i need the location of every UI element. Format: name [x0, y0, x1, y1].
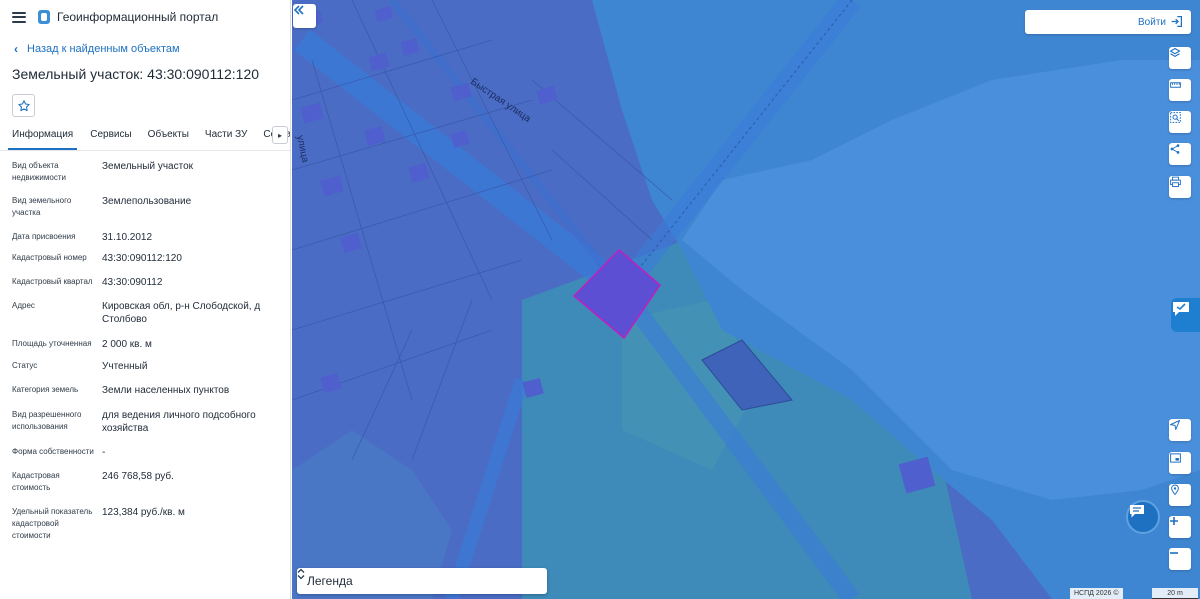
tab-parcel-parts[interactable]: Части ЗУ [205, 125, 247, 150]
attribute-key: Форма собственности [12, 447, 94, 456]
ruler-button[interactable] [1169, 79, 1191, 101]
login-icon [1171, 16, 1182, 27]
locate-button[interactable] [1169, 419, 1191, 441]
zoom-out-button[interactable] [1169, 548, 1191, 570]
tabs-scroll-right-button[interactable]: ▸ [272, 126, 288, 144]
attribute-key: Удельный показатель кадастровой стоимост… [12, 507, 93, 540]
zoom-out-icon [1170, 552, 1178, 554]
chat-button[interactable] [1126, 500, 1160, 534]
attribute-value: 246 768,58 руб. [102, 471, 174, 482]
attribute-key: Статус [12, 361, 38, 370]
chevron-right-icon: ▸ [277, 130, 282, 140]
portal-logo-icon [38, 10, 50, 24]
chat-icon [1130, 505, 1144, 518]
attribute-key: Категория земель [12, 385, 79, 394]
print-button[interactable] [1169, 176, 1191, 198]
chevron-left-icon: ‹ [14, 42, 18, 56]
attribute-value: Земли населенных пунктов [102, 385, 230, 396]
double-chevron-left-icon [293, 5, 304, 15]
layers-icon [1169, 47, 1181, 57]
panel-header: Геоинформационный портал [0, 0, 290, 34]
layers-button[interactable] [1169, 47, 1191, 69]
attribute-key: Кадастровый квартал [12, 277, 93, 286]
map-copyright: НСПД 2026 © [1070, 588, 1123, 599]
share-icon [1170, 144, 1180, 154]
info-panel: Геоинформационный портал ‹ Назад к найде… [0, 0, 291, 599]
attribute-value: Землепользование [102, 196, 192, 207]
tab-services[interactable]: Сервисы [90, 125, 131, 150]
attribute-value: для ведения личного подсобного хозяйства [102, 410, 256, 434]
attribute-value: Учтенный [102, 361, 148, 372]
login-button[interactable]: Войти [1025, 10, 1191, 34]
attribute-key: Кадастровая стоимость [12, 471, 60, 492]
app-title: Геоинформационный портал [57, 10, 219, 24]
attribute-key: Площадь уточненная [12, 339, 92, 348]
login-label: Войти [1138, 16, 1166, 28]
zoom-in-icon [1170, 517, 1178, 525]
tab-bar: Информация Сервисы Объекты Части ЗУ Сост… [0, 125, 290, 151]
login-icon-wrap[interactable] [1170, 15, 1184, 29]
legend-label: Легенда [307, 574, 353, 588]
back-link[interactable]: ‹ Назад к найденным объектам [14, 42, 290, 56]
back-link-label: Назад к найденным объектам [27, 43, 180, 55]
attribute-value: Кировская обл, р-н Слободской, д Столбов… [102, 301, 261, 325]
map-scale: 20 m [1152, 588, 1198, 599]
chevron-updown-icon [297, 568, 305, 580]
share-button[interactable] [1169, 143, 1191, 165]
collapse-panel-button[interactable] [293, 4, 316, 28]
star-icon [17, 99, 30, 111]
tab-objects[interactable]: Объекты [148, 125, 189, 150]
attribute-key: Адрес [12, 301, 35, 310]
attribute-key: Вид земельного участка [12, 196, 72, 217]
attribute-key: Дата присвоения [12, 232, 76, 241]
attribute-key: Кадастровый номер [12, 253, 87, 262]
attribute-value: 31.10.2012 [102, 232, 153, 243]
attribute-key: Вид разрешенного использования [12, 410, 82, 431]
select-area-icon [1170, 112, 1181, 123]
tab-info[interactable]: Информация [8, 125, 78, 150]
feedback-icon [1173, 302, 1189, 316]
select-area-button[interactable] [1169, 111, 1191, 133]
attribute-value: 43:30:090112 [102, 277, 163, 288]
feedback-widget-button[interactable] [1171, 298, 1200, 332]
favorite-button[interactable] [12, 94, 35, 117]
object-title: Земельный участок: 43:30:090112:120 [12, 66, 260, 82]
print-icon [1170, 176, 1181, 187]
locate-icon [1170, 420, 1180, 430]
minimap-icon [1170, 453, 1181, 463]
map-view[interactable]: Быстрая улица улица Войти Легенда НСПД 2… [292, 0, 1200, 599]
attribute-value: - [102, 447, 106, 458]
attribute-value: 123,384 руб./кв. м [102, 507, 185, 518]
minimap-button[interactable] [1169, 452, 1191, 474]
attribute-value: 43:30:090112:120 [102, 253, 182, 264]
menu-icon[interactable] [12, 11, 26, 23]
ruler-icon [1170, 82, 1181, 88]
map-canvas[interactable]: Быстрая улица улица [292, 0, 1200, 599]
attribute-key: Вид объекта недвижимости [12, 161, 66, 182]
attribute-value: 2 000 кв. м [102, 339, 152, 350]
geo-pin-button[interactable] [1169, 484, 1191, 506]
zoom-in-button[interactable] [1169, 516, 1191, 538]
geo-pin-icon [1171, 484, 1179, 496]
attribute-value: Земельный участок [102, 161, 194, 172]
legend-select[interactable]: Легенда [297, 568, 547, 594]
